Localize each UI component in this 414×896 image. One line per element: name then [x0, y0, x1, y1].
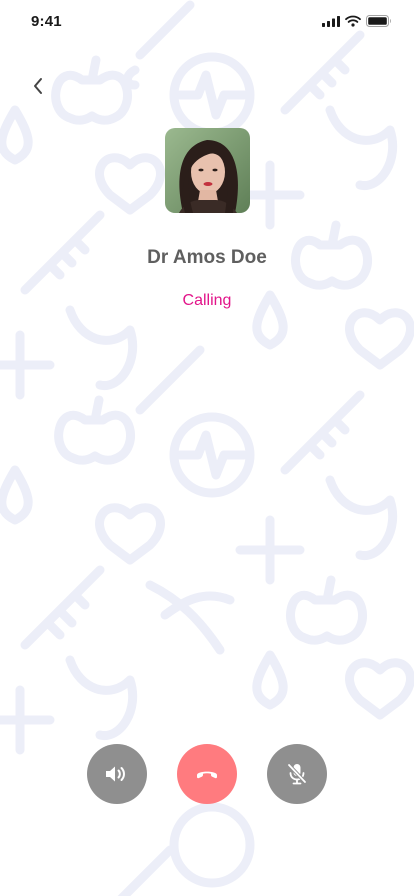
mute-button[interactable]: [267, 744, 327, 804]
speaker-icon: [106, 766, 125, 782]
chevron-left-icon: [34, 78, 42, 94]
status-icons: [322, 15, 392, 27]
caller-photo: [165, 128, 250, 213]
end-call-button[interactable]: [177, 744, 237, 804]
status-time: 9:41: [31, 13, 62, 30]
caller-name: Dr Amos Doe: [147, 247, 267, 268]
phone-hangup-icon: [197, 771, 217, 779]
back-button[interactable]: [24, 72, 52, 100]
speaker-button[interactable]: [87, 744, 147, 804]
wifi-icon: [345, 15, 361, 27]
battery-icon: [366, 15, 391, 27]
cellular-signal-icon: [322, 15, 340, 27]
caller-avatar: [165, 128, 250, 213]
call-status: Calling: [182, 292, 232, 309]
microphone-off-icon: [287, 763, 307, 785]
status-bar: 9:41: [0, 0, 414, 44]
